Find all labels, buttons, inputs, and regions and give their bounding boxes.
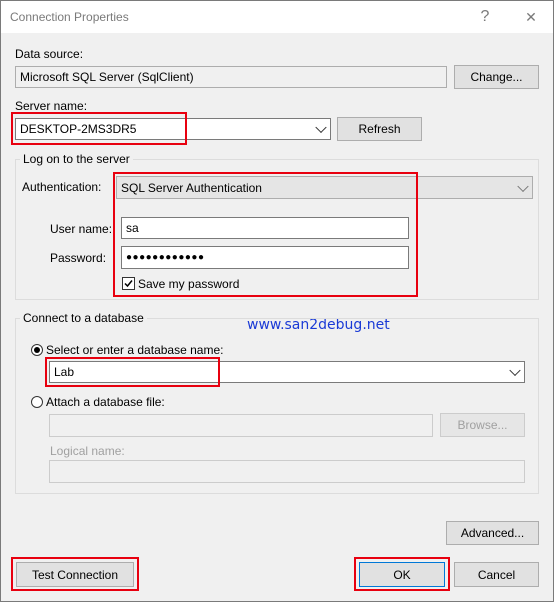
logon-group-title: Log on to the server [20, 152, 133, 166]
help-icon[interactable]: ? [471, 7, 499, 27]
server-name-combobox[interactable]: DESKTOP-2MS3DR5 [15, 118, 331, 140]
database-group-title: Connect to a database [20, 311, 147, 325]
database-name-value: Lab [54, 365, 75, 379]
chevron-down-icon[interactable] [315, 121, 327, 134]
attach-database-radio[interactable] [31, 396, 43, 408]
data-source-value: Microsoft SQL Server (SqlClient) [20, 70, 194, 84]
authentication-value: SQL Server Authentication [121, 180, 262, 195]
radio-selected-dot [34, 347, 40, 353]
ok-button-label: OK [393, 567, 411, 582]
data-source-field: Microsoft SQL Server (SqlClient) [15, 66, 447, 88]
select-database-radio[interactable] [31, 344, 43, 356]
chevron-down-icon[interactable] [509, 364, 521, 377]
authentication-select[interactable]: SQL Server Authentication [116, 176, 533, 199]
browse-button: Browse... [440, 413, 525, 437]
user-name-input[interactable]: sa [121, 217, 409, 239]
browse-button-label: Browse... [457, 418, 508, 432]
change-button[interactable]: Change... [454, 65, 539, 89]
cancel-button[interactable]: Cancel [454, 562, 539, 587]
save-password-label[interactable]: Save my password [138, 277, 239, 291]
checkmark-icon [124, 280, 133, 288]
server-name-value: DESKTOP-2MS3DR5 [20, 122, 137, 136]
refresh-button[interactable]: Refresh [337, 117, 422, 141]
authentication-label: Authentication: [22, 180, 102, 194]
attach-database-label[interactable]: Attach a database file: [46, 395, 165, 409]
test-connection-button[interactable]: Test Connection [16, 562, 134, 587]
connection-properties-dialog: Connection Properties ? ✕ [0, 0, 554, 602]
ok-button[interactable]: OK [359, 562, 445, 587]
data-source-label: Data source: [15, 47, 84, 61]
password-label: Password: [50, 251, 107, 265]
advanced-button[interactable]: Advanced... [446, 521, 539, 545]
logical-name-input [49, 460, 525, 483]
save-password-checkbox[interactable] [122, 277, 135, 290]
chevron-down-icon[interactable] [517, 180, 529, 192]
close-icon[interactable]: ✕ [517, 7, 545, 27]
change-button-label: Change... [470, 70, 523, 84]
password-input[interactable]: ●●●●●●●●●●●● [121, 246, 409, 269]
refresh-button-label: Refresh [358, 122, 401, 136]
window-title: Connection Properties [10, 10, 129, 24]
select-database-label[interactable]: Select or enter a database name: [46, 343, 223, 357]
user-name-value: sa [126, 221, 139, 235]
advanced-button-label: Advanced... [460, 526, 525, 540]
test-connection-label: Test Connection [31, 567, 119, 582]
logical-name-label: Logical name: [50, 444, 125, 458]
user-name-label: User name: [50, 222, 113, 236]
database-name-combobox[interactable]: Lab [49, 361, 525, 383]
cancel-button-label: Cancel [477, 567, 516, 582]
title-bar: Connection Properties ? ✕ [1, 1, 553, 33]
password-mask: ●●●●●●●●●●●● [126, 252, 205, 263]
server-name-label: Server name: [15, 99, 88, 113]
attach-file-input [49, 414, 433, 437]
